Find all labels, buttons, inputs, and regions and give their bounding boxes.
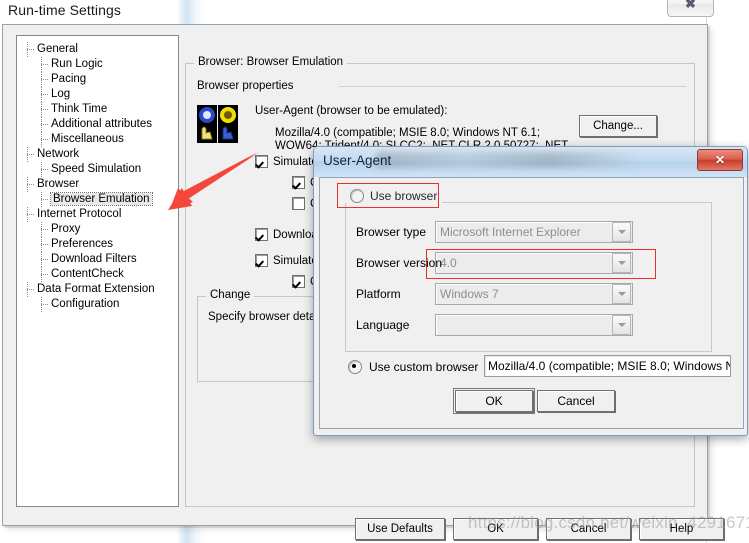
browser-properties-label: Browser properties [197,80,294,92]
sidebar-item-label: Speed Simulation [51,163,142,175]
combo-platform-value: Windows 7 [440,287,499,301]
sidebar-item-configuration[interactable]: Configuration [23,297,173,312]
sidebar-item-miscellaneous[interactable]: Miscellaneous [23,132,173,147]
radio-row-use-browser[interactable]: Use browser [345,189,443,203]
combo-platform[interactable]: Windows 7 [435,283,633,305]
checkbox-simulate-user[interactable] [255,254,268,267]
sidebar-item-label: Run Logic [51,58,103,70]
combo-browser-version-value: 4.0 [440,256,457,270]
sidebar-item-log[interactable]: Log [23,87,173,102]
label-browser-type: Browser type [356,225,427,239]
sidebar-item-label: Preferences [51,238,114,250]
cancel-button[interactable]: Cancel [546,518,631,540]
radio-use-browser-label: Use browser [370,189,438,203]
radio-use-custom-browser-label: Use custom browser [369,360,479,374]
label-platform: Platform [356,287,401,301]
sidebar-item-label: Network [37,148,80,160]
checkbox-cache-option-1[interactable] [292,176,305,189]
checkbox-label: Downloa [273,228,318,241]
checkbox-label: Simulate [273,254,318,267]
sidebar-item-speed-simulation[interactable]: Speed Simulation [23,162,173,177]
user-agent-heading: User-Agent (browser to be emulated): [255,105,448,117]
settings-tree-panel[interactable]: General Run Logic Pacing Log Think Time Addit… [16,35,179,507]
sidebar-item-label: Log [51,88,71,100]
sidebar-item-data-format-extension[interactable]: Data Format Extension [23,282,173,297]
sidebar-item-label: Download Filters [51,253,137,265]
page-title: Run-time Settings [8,2,121,18]
blurred-title-text [376,152,636,168]
sidebar-item-label: Proxy [51,223,81,235]
ok-button[interactable]: OK [453,518,538,540]
combo-browser-type-value: Microsoft Internet Explorer [440,225,581,239]
help-button[interactable]: Help [639,518,724,540]
groupbox-title: Browser: Browser Emulation [194,56,348,68]
sidebar-item-think-time[interactable]: Think Time [23,102,173,117]
sidebar-item-label: Pacing [51,73,87,85]
change-groupbox-title: Change [206,289,255,301]
user-agent-dialog-titlebar[interactable]: User-Agent ✕ [314,147,747,177]
sidebar-item-label: General [37,43,78,55]
checkbox-row-simulate-user[interactable]: Simulate [255,254,318,267]
close-icon: ✖ [685,0,696,11]
chevron-down-icon[interactable] [612,315,631,335]
label-browser-version: Browser version [356,256,443,270]
sidebar-item-download-filters[interactable]: Download Filters [23,252,173,267]
radio-row-use-custom-browser[interactable]: Use custom browser [348,360,478,374]
checkbox-row-download-resources[interactable]: Downloa [255,228,318,241]
browser-properties-divider [339,86,686,87]
sidebar-item-browser[interactable]: Browser [23,177,173,192]
change-button[interactable]: Change... [579,115,657,137]
user-agent-dialog-title: User-Agent [323,153,392,168]
change-groupbox-description: Specify browser details [208,311,327,323]
combo-browser-version[interactable]: 4.0 [435,252,633,274]
sidebar-item-label: Configuration [51,298,120,310]
sidebar-item-label: ContentCheck [51,268,124,280]
user-agent-string-line-1: Mozilla/4.0 (compatible; MSIE 8.0; Windo… [275,127,541,139]
browser-emulation-icon [197,105,239,143]
settings-tree: General Run Logic Pacing Log Think Time Addit… [23,42,173,312]
sidebar-item-pacing[interactable]: Pacing [23,72,173,87]
use-defaults-button[interactable]: Use Defaults [355,518,445,540]
user-agent-dialog-close-button[interactable]: ✕ [697,149,743,171]
sidebar-item-label: Browser [37,178,80,190]
label-language: Language [356,318,410,332]
screenshot-root: Run-time Settings ✖ General Run Logic Paci… [0,0,749,543]
combo-language[interactable] [435,314,633,336]
chevron-down-icon[interactable] [612,253,631,273]
checkbox-download-resources[interactable] [255,228,268,241]
close-icon: ✕ [714,153,726,167]
sidebar-item-general[interactable]: General [23,42,173,57]
sidebar-item-preferences[interactable]: Preferences [23,237,173,252]
checkbox-simulate-browser-cache[interactable] [255,155,268,168]
custom-user-agent-input[interactable]: Mozilla/4.0 (compatible; MSIE 8.0; Windo… [484,355,731,377]
combo-browser-type[interactable]: Microsoft Internet Explorer [435,221,633,243]
checkbox-sub-option[interactable] [292,275,305,288]
window-close-button[interactable]: ✖ [667,0,714,17]
sidebar-item-label: Browser Emulation [50,192,153,206]
sidebar-item-label: Think Time [51,103,108,115]
radio-use-custom-browser[interactable] [348,360,362,374]
sidebar-item-run-logic[interactable]: Run Logic [23,57,173,72]
sidebar-item-label: Additional attributes [51,118,153,130]
sidebar-item-internet-protocol[interactable]: Internet Protocol [23,207,173,222]
sidebar-item-contentcheck[interactable]: ContentCheck [23,267,173,282]
radio-use-browser[interactable] [350,189,364,203]
sidebar-item-additional-attributes[interactable]: Additional attributes [23,117,173,132]
chevron-down-icon[interactable] [612,222,631,242]
sidebar-item-proxy[interactable]: Proxy [23,222,173,237]
sidebar-item-browser-emulation[interactable]: Browser Emulation [23,192,173,207]
checkbox-cache-option-2[interactable] [292,197,305,210]
sidebar-item-label: Miscellaneous [51,133,124,145]
dialog-cancel-button[interactable]: Cancel [537,390,615,412]
sidebar-item-label: Internet Protocol [37,208,122,220]
chevron-down-icon[interactable] [612,284,631,304]
dialog-ok-button[interactable]: OK [453,388,535,414]
sidebar-item-label: Data Format Extension [37,283,155,295]
sidebar-item-network[interactable]: Network [23,147,173,162]
